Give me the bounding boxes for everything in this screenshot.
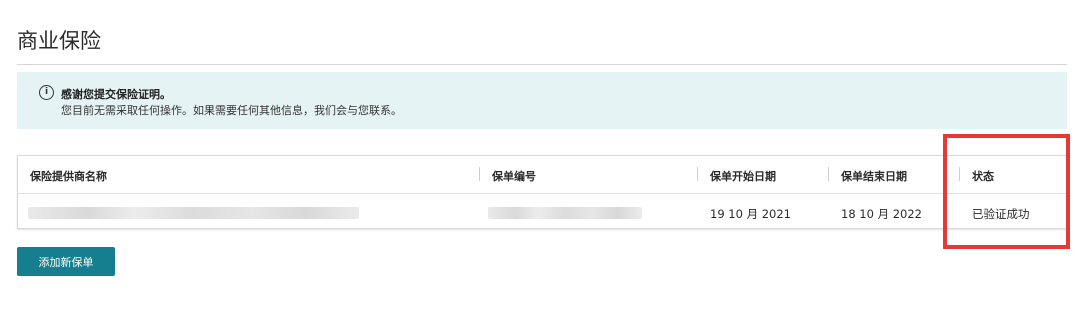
info-notice: i 感谢您提交保险证明。 您目前无需采取任何操作。如果需要任何其他信息，我们会与… [17, 72, 1067, 129]
column-divider [697, 167, 698, 181]
header-start-date[interactable]: 保单开始日期 [710, 168, 776, 184]
page-title: 商业保险 [17, 29, 101, 53]
info-icon: i [39, 85, 54, 100]
policy-table: 保险提供商名称 保单编号 保单开始日期 保单结束日期 状态 19 10 月 20… [17, 155, 1067, 229]
header-status[interactable]: 状态 [972, 168, 994, 184]
table-header: 保险提供商名称 保单编号 保单开始日期 保单结束日期 状态 [18, 156, 1066, 194]
column-divider [479, 167, 480, 181]
title-divider [17, 64, 1067, 65]
status-cell: 已验证成功 [972, 207, 1030, 221]
end-date-cell: 18 10 月 2022 [841, 207, 922, 221]
add-new-policy-button[interactable]: 添加新保单 [17, 247, 115, 276]
header-provider[interactable]: 保险提供商名称 [30, 168, 107, 184]
start-date-cell: 19 10 月 2021 [710, 207, 791, 221]
commercial-insurance-page: 商业保险 i 感谢您提交保险证明。 您目前无需采取任何操作。如果需要任何其他信息… [0, 0, 1080, 320]
notice-title: 感谢您提交保险证明。 [61, 88, 171, 101]
redacted-policy-number [488, 207, 642, 219]
header-policy-number[interactable]: 保单编号 [492, 168, 536, 184]
header-end-date[interactable]: 保单结束日期 [841, 168, 907, 184]
column-divider [959, 167, 960, 181]
notice-body: 您目前无需采取任何操作。如果需要任何其他信息，我们会与您联系。 [61, 104, 402, 117]
redacted-provider-name [28, 207, 359, 219]
column-divider [828, 167, 829, 181]
